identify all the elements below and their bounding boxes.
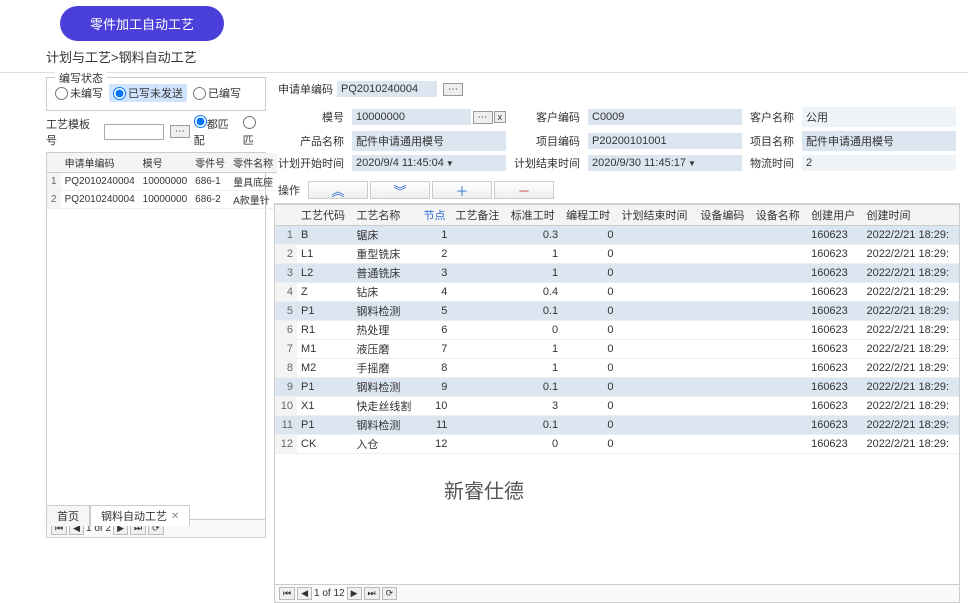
table-row[interactable]: 4Z钻床40.401606232022/2/21 18:29: xyxy=(275,283,959,302)
close-icon[interactable]: ✕ xyxy=(171,511,179,522)
move-top-button[interactable]: ︽ xyxy=(308,181,368,199)
reqcode-value: PQ2010240004 xyxy=(337,81,437,97)
projcode-label: 项目编码 xyxy=(514,133,580,149)
table-row[interactable]: 12CK入仓12001606232022/2/21 18:29: xyxy=(275,435,959,454)
plus-icon: ＋ xyxy=(455,181,468,200)
table-row[interactable]: 3L2普通铣床3101606232022/2/21 18:29: xyxy=(275,264,959,283)
prodname-label: 产品名称 xyxy=(278,133,344,149)
mold-label: 模号 xyxy=(278,109,344,125)
mold-value: 10000000 xyxy=(352,109,471,125)
pager-refresh[interactable]: ⟳ xyxy=(382,587,398,600)
left-col-name[interactable]: 零件名称 xyxy=(229,153,277,173)
pager-last[interactable]: ⏭ xyxy=(364,587,380,600)
pager-next[interactable]: ▶ xyxy=(347,587,362,600)
status-fieldset: 编写状态 未编写 已写未发送 已编写 xyxy=(46,77,266,111)
move-bottom-button[interactable]: ︾ xyxy=(370,181,430,199)
breadcrumb: 计划与工艺>钢料自动工艺 xyxy=(0,41,968,73)
table-row[interactable]: 6R1热处理6001606232022/2/21 18:29: xyxy=(275,321,959,340)
radio-unwritten[interactable]: 未编写 xyxy=(55,85,103,101)
reqcode-label: 申请单编码 xyxy=(278,81,333,97)
status-title: 编写状态 xyxy=(55,70,107,86)
mold-lookup[interactable]: ⋯ xyxy=(473,111,493,124)
logistics-value: 2 xyxy=(802,155,956,171)
table-row[interactable]: 2L1重型铣床2101606232022/2/21 18:29: xyxy=(275,245,959,264)
col-process-name[interactable]: 工艺名称 xyxy=(352,205,419,226)
table-row[interactable]: 1PQ201024000410000000686-1量具底座 xyxy=(47,173,277,191)
col-dev-code[interactable]: 设备编码 xyxy=(696,205,751,226)
table-row[interactable]: 10X1快走丝线割10301606232022/2/21 18:29: xyxy=(275,397,959,416)
table-row[interactable]: 8M2手摇磨8101606232022/2/21 18:29: xyxy=(275,359,959,378)
custname-label: 客户名称 xyxy=(750,109,794,125)
left-col-code[interactable]: 申请单编码 xyxy=(61,153,139,173)
col-process-code[interactable]: 工艺代码 xyxy=(297,205,352,226)
radio-written[interactable]: 已编写 xyxy=(193,85,241,101)
left-grid: 申请单编码 模号 零件号 零件名称 1PQ2010240004100000006… xyxy=(46,152,266,538)
template-lookup-button[interactable]: ⋯ xyxy=(170,125,190,138)
main-grid: 工艺代码 工艺名称 节点 工艺备注 标准工时 编程工时 计划结束时间 设备编码 … xyxy=(274,204,960,603)
col-ctime[interactable]: 创建时间 xyxy=(862,205,959,226)
col-plan-end[interactable]: 计划结束时间 xyxy=(618,205,697,226)
radio-written-not-sent[interactable]: 已写未发送 xyxy=(109,84,187,102)
chevron-down-icon: ▼ xyxy=(688,159,696,168)
table-row[interactable]: 2PQ201024000410000000686-2A款量针 xyxy=(47,191,277,209)
add-row-button[interactable]: ＋ xyxy=(432,181,492,199)
col-user[interactable]: 创建用户 xyxy=(807,205,862,226)
projcode-value: P20200101001 xyxy=(588,133,742,149)
template-input[interactable] xyxy=(104,124,164,140)
table-row[interactable]: 7M1液压磨7101606232022/2/21 18:29: xyxy=(275,340,959,359)
col-node[interactable]: 节点 xyxy=(419,205,451,226)
table-row[interactable]: 9P1钢料检测90.101606232022/2/21 18:29: xyxy=(275,378,959,397)
remove-row-button[interactable]: － xyxy=(494,181,554,199)
prodname-value: 配件申请通用模号 xyxy=(352,131,506,151)
custname-value: 公用 xyxy=(802,107,956,127)
planend-value[interactable]: 2020/9/30 11:45:17▼ xyxy=(588,155,742,171)
double-chevron-down-icon: ︾ xyxy=(393,181,406,200)
tab-home[interactable]: 首页 xyxy=(46,505,90,526)
template-filter-row: 工艺模板号 ⋯ 都匹配 匹 xyxy=(46,115,266,148)
tab-current[interactable]: 钢料自动工艺✕ xyxy=(90,505,190,526)
custcode-value: C0009 xyxy=(588,109,742,125)
col-remark[interactable]: 工艺备注 xyxy=(451,205,506,226)
chevron-down-icon: ▼ xyxy=(446,159,454,168)
planend-label: 计划结束时间 xyxy=(514,155,580,171)
top-action-button[interactable]: 零件加工自动工艺 xyxy=(60,6,224,41)
projname-value: 配件申请通用模号 xyxy=(802,131,956,151)
projname-label: 项目名称 xyxy=(750,133,794,149)
minus-icon: － xyxy=(517,181,530,200)
bottom-tabs: 首页 钢料自动工艺✕ xyxy=(46,505,190,526)
pager-first[interactable]: ⏮ xyxy=(279,587,295,600)
template-label: 工艺模板号 xyxy=(46,116,100,148)
double-chevron-up-icon: ︽ xyxy=(331,181,344,200)
radio-match-all[interactable]: 都匹配 xyxy=(194,115,239,148)
reqcode-lookup[interactable]: ⋯ xyxy=(443,83,463,96)
mold-clear[interactable]: x xyxy=(494,111,507,123)
table-row[interactable]: 11P1钢料检测110.101606232022/2/21 18:29: xyxy=(275,416,959,435)
planstart-value[interactable]: 2020/9/4 11:45:04▼ xyxy=(352,155,506,171)
table-row[interactable]: 5P1钢料检测50.101606232022/2/21 18:29: xyxy=(275,302,959,321)
grid-toolbar: 操作 ︽ ︾ ＋ － xyxy=(274,179,960,204)
radio-match-other[interactable]: 匹 xyxy=(243,116,266,148)
planstart-label: 计划开始时间 xyxy=(278,155,344,171)
table-row[interactable]: 1B锯床10.301606232022/2/21 18:29: xyxy=(275,226,959,245)
left-col-mold[interactable]: 模号 xyxy=(139,153,192,173)
right-pager: ⏮ ◀ 1 of 12 ▶ ⏭ ⟳ xyxy=(275,584,959,602)
custcode-label: 客户编码 xyxy=(514,109,580,125)
logistics-label: 物流时间 xyxy=(750,155,794,171)
col-std-hours[interactable]: 标准工时 xyxy=(507,205,562,226)
right-pager-text: 1 of 12 xyxy=(314,588,345,599)
col-dev-name[interactable]: 设备名称 xyxy=(752,205,807,226)
pager-prev[interactable]: ◀ xyxy=(297,587,312,600)
col-prog-hours[interactable]: 编程工时 xyxy=(562,205,617,226)
left-col-part[interactable]: 零件号 xyxy=(191,153,229,173)
toolbar-label: 操作 xyxy=(278,182,300,198)
watermark-text: 新睿仕德 xyxy=(444,475,524,504)
